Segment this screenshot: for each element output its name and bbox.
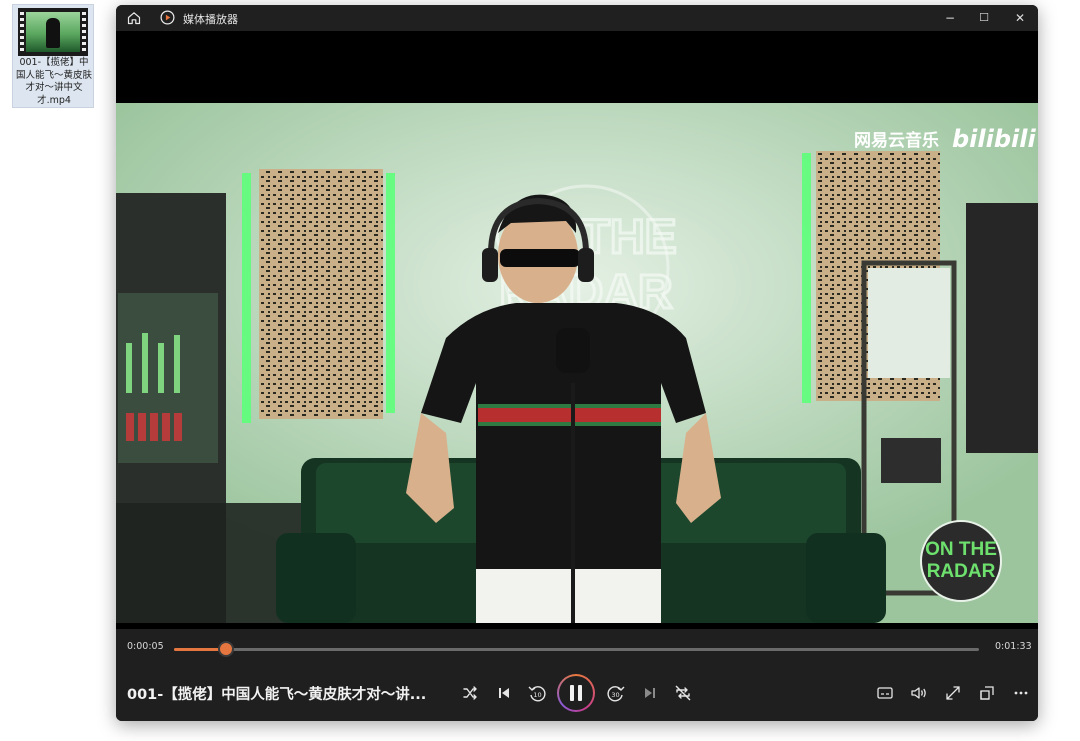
watermark-bilibili: bilibili bbox=[952, 125, 1036, 153]
watermark-netease: 网易云音乐 bbox=[854, 130, 939, 151]
total-time: 0:01:33 bbox=[995, 641, 1032, 652]
video-frame[interactable]: ON THE RADAR 网易云音乐 bilibili ON THE RADAR bbox=[116, 103, 1038, 623]
home-icon[interactable] bbox=[126, 10, 142, 26]
svg-text:10: 10 bbox=[533, 691, 541, 699]
pause-button[interactable] bbox=[557, 674, 595, 712]
media-player-window: 媒体播放器 − ☐ ✕ ON THE RADAR 网易云音乐 bilibili … bbox=[116, 5, 1038, 721]
forward-30-icon[interactable]: 30 bbox=[604, 681, 628, 705]
svg-text:30: 30 bbox=[611, 691, 619, 699]
title-bar: 媒体播放器 − ☐ ✕ bbox=[116, 5, 1038, 31]
skip-next-icon[interactable] bbox=[638, 681, 662, 705]
shuffle-icon[interactable] bbox=[458, 681, 482, 705]
pause-icon bbox=[559, 676, 593, 710]
video-thumbnail bbox=[18, 8, 88, 56]
desktop-video-file[interactable]: 001-【揽佬】中国人能飞～黄皮肤才对～讲中文才.mp4 bbox=[12, 4, 94, 108]
fullscreen-icon[interactable] bbox=[941, 681, 965, 705]
repeat-off-icon[interactable] bbox=[671, 681, 695, 705]
corner-logo-line1: ON THE bbox=[925, 539, 997, 560]
elapsed-time: 0:00:05 bbox=[127, 641, 164, 652]
rewind-10-icon[interactable]: 10 bbox=[525, 681, 549, 705]
more-icon[interactable] bbox=[1009, 681, 1033, 705]
close-button[interactable]: ✕ bbox=[1003, 5, 1037, 31]
playback-controls: 0:00:05 0:01:33 001-【揽佬】中国人能飞～黄皮肤才对～讲...… bbox=[116, 629, 1038, 721]
media-player-logo-icon bbox=[160, 10, 175, 25]
now-playing-title: 001-【揽佬】中国人能飞～黄皮肤才对～讲... bbox=[127, 687, 427, 703]
seek-bar[interactable] bbox=[174, 643, 979, 655]
maximize-button[interactable]: ☐ bbox=[967, 5, 1001, 31]
minimize-button[interactable]: − bbox=[933, 5, 967, 31]
seek-thumb[interactable] bbox=[220, 643, 233, 655]
skip-previous-icon[interactable] bbox=[492, 681, 516, 705]
miniplayer-icon[interactable] bbox=[975, 681, 999, 705]
seek-progress bbox=[174, 648, 227, 651]
window-title: 媒体播放器 bbox=[183, 13, 238, 26]
corner-logo-line2: RADAR bbox=[927, 561, 996, 582]
desktop-file-name: 001-【揽佬】中国人能飞～黄皮肤才对～讲中文才.mp4 bbox=[15, 57, 92, 106]
volume-icon[interactable] bbox=[907, 681, 931, 705]
subtitles-icon[interactable] bbox=[873, 681, 897, 705]
